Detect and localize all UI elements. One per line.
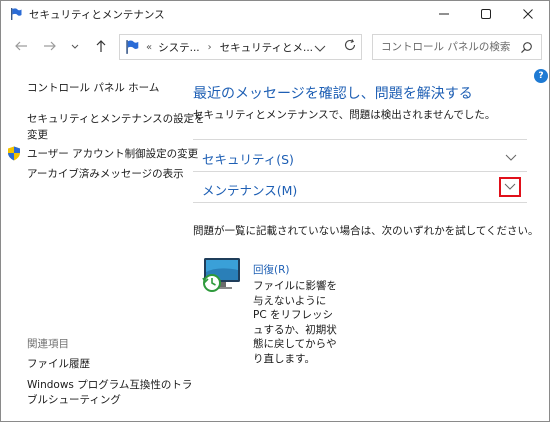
chevron-down-icon bbox=[71, 44, 79, 49]
file-history-link[interactable]: ファイル履歴 bbox=[27, 356, 90, 372]
archived-messages-link[interactable]: アーカイブ済みメッセージの表示 bbox=[27, 166, 184, 182]
search-input[interactable] bbox=[381, 41, 521, 53]
breadcrumb-system[interactable]: システ... bbox=[158, 40, 200, 55]
chevron-down-icon[interactable] bbox=[313, 41, 327, 55]
minimize-icon bbox=[439, 13, 449, 15]
divider bbox=[193, 171, 527, 172]
search-icon[interactable] bbox=[520, 41, 533, 54]
hint-text: 問題が一覧に記載されていない場合は、次のいずれかを試してください。 bbox=[193, 225, 539, 237]
title-bar: セキュリティとメンテナンス bbox=[1, 1, 549, 27]
flag-icon bbox=[126, 40, 139, 54]
recovery-description: ファイルに影響を与えないように PC をリフレッシュするか、初期状態に戻してから… bbox=[253, 280, 337, 365]
navigation-bar: « システ... › セキュリティとメ... bbox=[1, 31, 549, 65]
close-icon bbox=[523, 9, 533, 19]
divider bbox=[193, 139, 527, 140]
arrow-right-icon bbox=[44, 41, 56, 51]
divider bbox=[193, 202, 527, 203]
maintenance-expand-button[interactable] bbox=[499, 177, 521, 197]
status-text: セキュリティとメンテナンスで、問題は検出されませんでした。 bbox=[193, 109, 496, 121]
security-maintenance-window: セキュリティとメンテナンス « システ... › セキュリティとメ... コント… bbox=[0, 0, 550, 422]
breadcrumb-security-maintenance[interactable]: セキュリティとメ... bbox=[220, 40, 313, 55]
forward-button[interactable] bbox=[39, 35, 61, 57]
shield-icon bbox=[8, 146, 20, 161]
related-section-title: 関連項目 bbox=[27, 338, 69, 350]
maximize-button[interactable] bbox=[465, 1, 507, 27]
window-title: セキュリティとメンテナンス bbox=[29, 8, 165, 21]
maintenance-section-header[interactable]: メンテナンス(M) bbox=[202, 180, 297, 199]
control-panel-home-link[interactable]: コントロール パネル ホーム bbox=[27, 80, 159, 96]
change-settings-link-line2[interactable]: 変更 bbox=[27, 127, 48, 143]
security-section-header[interactable]: セキュリティ(S) bbox=[202, 149, 294, 168]
search-box[interactable] bbox=[372, 34, 542, 60]
compat-troubleshoot-link-line2[interactable]: ブルシューティング bbox=[27, 392, 121, 408]
recovery-icon[interactable] bbox=[200, 256, 244, 296]
compat-troubleshoot-link-line1[interactable]: Windows プログラム互換性のトラ bbox=[27, 377, 192, 393]
recent-locations-button[interactable] bbox=[64, 35, 86, 57]
up-button[interactable] bbox=[90, 35, 112, 57]
page-title: 最近のメッセージを確認し、問題を解決する bbox=[193, 86, 473, 102]
chevron-down-icon bbox=[504, 183, 516, 190]
recovery-link[interactable]: 回復(R) bbox=[253, 262, 290, 277]
minimize-button[interactable] bbox=[423, 1, 465, 27]
address-bar[interactable]: « システ... › セキュリティとメ... bbox=[119, 34, 362, 60]
uac-settings-link[interactable]: ユーザー アカウント制御設定の変更 bbox=[27, 146, 198, 162]
close-button[interactable] bbox=[507, 1, 549, 27]
arrow-left-icon bbox=[15, 41, 27, 51]
help-icon[interactable]: ? bbox=[534, 69, 548, 83]
refresh-icon[interactable] bbox=[343, 38, 357, 52]
back-button[interactable] bbox=[10, 35, 32, 57]
breadcrumb-overflow[interactable]: « bbox=[146, 42, 152, 53]
chevron-down-icon[interactable] bbox=[504, 151, 518, 165]
arrow-up-icon bbox=[96, 40, 106, 52]
change-settings-link-line1[interactable]: セキュリティとメンテナンスの設定を bbox=[27, 111, 205, 127]
breadcrumb-separator: › bbox=[207, 41, 212, 53]
flag-icon bbox=[11, 8, 22, 20]
maximize-icon bbox=[481, 9, 491, 19]
